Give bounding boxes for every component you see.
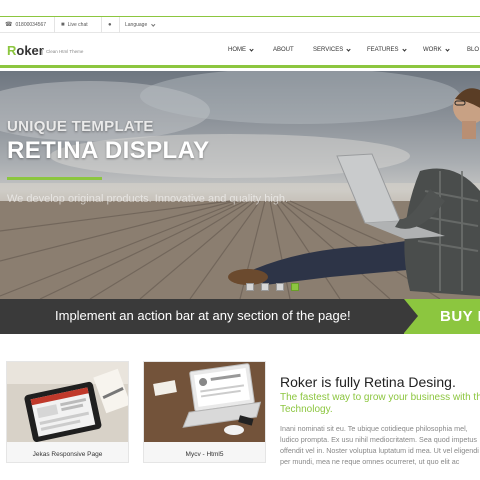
live-chat-link[interactable]: ■ Live chat [61, 17, 88, 33]
card-caption[interactable]: Mycv - Html5 [144, 451, 265, 458]
chevron-down-icon [346, 46, 351, 52]
site-header: Roker Clean Html Theme HOME ABOUT SERVIC… [0, 34, 480, 68]
laptop-image [144, 362, 265, 442]
hero-underline [7, 177, 102, 180]
top-bar: ☎ 01800034567 ■ Live chat ● Language [0, 16, 480, 33]
logo[interactable]: Roker [7, 43, 44, 58]
action-bar: Implement an action bar at any section o… [0, 299, 480, 334]
intro-body-line: Inani nominati sit eu. Te ubique cotidie… [280, 424, 468, 433]
nav-about[interactable]: ABOUT [273, 47, 294, 53]
nav-home-label: HOME [228, 47, 246, 53]
divider [119, 17, 120, 33]
slider-pagination [246, 283, 299, 291]
live-chat-label: Live chat [67, 22, 88, 28]
nav-work-label: WORK [423, 47, 442, 53]
intro-body: Inani nominati sit eu. Te ubique cotidie… [280, 423, 480, 467]
nav-blog-label: BLO [467, 47, 480, 53]
nav-services[interactable]: SERVICES [313, 46, 351, 53]
hero-title: RETINA DISPLAY [7, 137, 210, 164]
nav-blog[interactable]: BLO [467, 47, 479, 53]
logo-initial: R [7, 43, 17, 58]
chevron-down-icon [249, 46, 254, 52]
chevron-down-icon [401, 46, 407, 52]
slide-dot-3[interactable] [276, 283, 284, 291]
nav-home[interactable]: HOME [228, 46, 254, 53]
portfolio-card[interactable]: Jekas Responsive Page [6, 361, 129, 463]
logo-text: oker [16, 43, 44, 58]
portfolio-thumbnail-laptop[interactable] [144, 362, 265, 442]
divider [101, 17, 102, 33]
nav-services-label: SERVICES [313, 47, 344, 53]
buy-now-button[interactable]: BUY N [404, 299, 480, 334]
phone-info: ☎ 01800034567 [5, 17, 46, 33]
globe-icon: ● [108, 17, 112, 33]
portfolio-thumbnail-tablet[interactable] [7, 362, 128, 442]
intro-body-line: offendit vel in. Noster voluptua luptatu… [280, 446, 479, 455]
hero-background-image [0, 71, 480, 299]
phone-number: 01800034567 [15, 22, 47, 28]
globe-icon-glyph: ● [108, 22, 112, 28]
hero-description: We develop original products. Innovative… [7, 193, 289, 205]
slide-dot-4-active[interactable] [291, 283, 299, 291]
tablet-image [7, 362, 128, 442]
tagline: Clean Html Theme [42, 49, 83, 55]
nav-about-label: ABOUT [273, 47, 294, 53]
nav-features[interactable]: FEATURES [367, 46, 407, 53]
divider [54, 17, 55, 33]
portfolio-card[interactable]: Mycv - Html5 [143, 361, 266, 463]
intro-body-line: ludico prompta. Ex usu nihil mediocritat… [280, 435, 477, 444]
intro-subheading: The fastest way to grow your business wi… [280, 392, 480, 415]
chat-bubble-icon: ■ [61, 22, 65, 28]
card-caption[interactable]: Jekas Responsive Page [7, 451, 128, 458]
slide-dot-2[interactable] [261, 283, 269, 291]
intro-body-line: per mundi, mea ne reque omnes ocurreret,… [280, 457, 460, 466]
slide-dot-1[interactable] [246, 283, 254, 291]
nav-features-label: FEATURES [367, 47, 399, 53]
language-dropdown[interactable]: Language [125, 17, 156, 33]
language-label: Language [125, 22, 148, 28]
chevron-down-icon [445, 46, 450, 52]
headset-icon: ☎ [5, 22, 13, 28]
hero-slider: UNIQUE TEMPLATE RETINA DISPLAY We develo… [0, 71, 480, 299]
nav-work[interactable]: WORK [423, 46, 450, 53]
chevron-down-icon [151, 22, 156, 26]
hero-subtitle: UNIQUE TEMPLATE [7, 118, 154, 135]
action-bar-text: Implement an action bar at any section o… [55, 308, 351, 323]
intro-heading: Roker is fully Retina Desing. [280, 374, 456, 390]
